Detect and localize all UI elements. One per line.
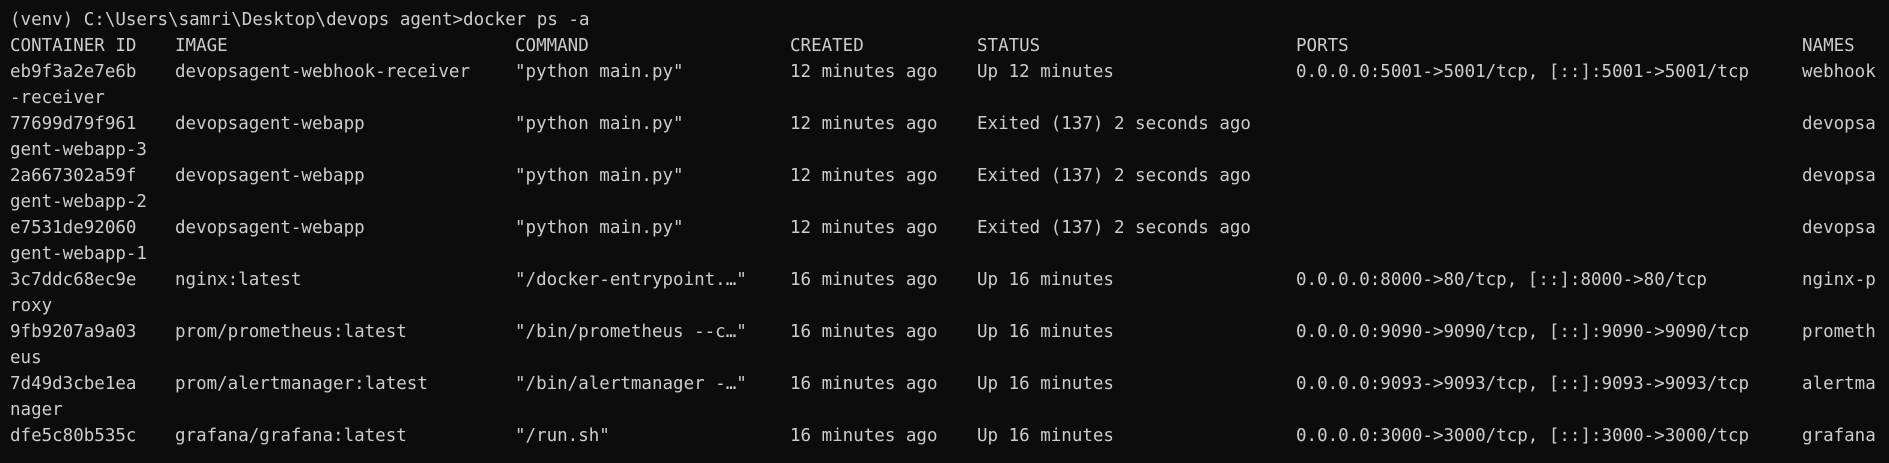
- cell-container-id: 3c7ddc68ec9e: [10, 270, 137, 290]
- header-ports: PORTS: [1296, 36, 1349, 56]
- cell-created: 12 minutes ago: [790, 218, 938, 238]
- table-header-row: CONTAINER ID IMAGE COMMAND CREATED STATU…: [0, 33, 1889, 59]
- header-container-id: CONTAINER ID: [10, 36, 137, 56]
- cell-container-id: dfe5c80b535c: [10, 426, 137, 446]
- cell-status: Up 16 minutes: [977, 374, 1114, 394]
- table-row: 2a667302a59f devopsagent-webapp "python ma…: [0, 163, 1889, 189]
- command-line: (venv) C:\Users\samri\Desktop\devops age…: [0, 7, 1889, 33]
- cell-command: "/bin/prometheus --c…": [515, 322, 747, 342]
- cell-names: devopsa: [1802, 166, 1876, 186]
- header-command: COMMAND: [515, 36, 589, 56]
- cell-image: nginx:latest: [175, 270, 302, 290]
- cell-command: "python main.py": [515, 166, 684, 186]
- header-status: STATUS: [977, 36, 1041, 56]
- cell-created: 16 minutes ago: [790, 426, 938, 446]
- cell-container-id: 9fb9207a9a03: [10, 322, 137, 342]
- table-row-wrap: -receiver: [0, 85, 1889, 111]
- cell-names-continuation: -receiver: [10, 88, 105, 108]
- cell-names: devopsa: [1802, 114, 1876, 134]
- cell-ports: 0.0.0.0:9093->9093/tcp, [::]:9093->9093/…: [1296, 374, 1750, 394]
- table-row-wrap: roxy: [0, 293, 1889, 319]
- cell-created: 12 minutes ago: [790, 166, 938, 186]
- header-image: IMAGE: [175, 36, 228, 56]
- cell-status: Up 16 minutes: [977, 322, 1114, 342]
- cell-status: Up 16 minutes: [977, 270, 1114, 290]
- cell-container-id: 77699d79f961: [10, 114, 137, 134]
- cell-status: Exited (137) 2 seconds ago: [977, 114, 1251, 134]
- table-row: e7531de92060 devopsagent-webapp "python ma…: [0, 215, 1889, 241]
- cell-image: prom/alertmanager:latest: [175, 374, 428, 394]
- terminal-window[interactable]: (venv) C:\Users\samri\Desktop\devops age…: [0, 0, 1889, 463]
- table-row: 9fb9207a9a03 prom/prometheus:latest "/bin/…: [0, 319, 1889, 345]
- cell-container-id: 2a667302a59f: [10, 166, 137, 186]
- table-row: dfe5c80b535c grafana/grafana:latest "/run.…: [0, 423, 1889, 449]
- table-row: 3c7ddc68ec9e nginx:latest "/docker-entrypo…: [0, 267, 1889, 293]
- cell-container-id: 7d49d3cbe1ea: [10, 374, 137, 394]
- cell-image: devopsagent-webhook-receiver: [175, 62, 471, 82]
- table-row-wrap: eus: [0, 345, 1889, 371]
- cell-command: "python main.py": [515, 218, 684, 238]
- cell-container-id: e7531de92060: [10, 218, 137, 238]
- table-row-wrap: gent-webapp-3: [0, 137, 1889, 163]
- cell-names: alertma: [1802, 374, 1876, 394]
- cell-names: nginx-p: [1802, 270, 1876, 290]
- cell-names-continuation: gent-webapp-1: [10, 244, 147, 264]
- cell-created: 12 minutes ago: [790, 114, 938, 134]
- shell-prompt: (venv) C:\Users\samri\Desktop\devops age…: [10, 10, 464, 30]
- cell-ports: 0.0.0.0:8000->80/tcp, [::]:8000->80/tcp: [1296, 270, 1707, 290]
- table-row: eb9f3a2e7e6b devopsagent-webhook-receiver…: [0, 59, 1889, 85]
- cell-names-continuation: eus: [10, 348, 42, 368]
- container-list: eb9f3a2e7e6b devopsagent-webhook-receiver…: [0, 59, 1889, 449]
- table-row-wrap: gent-webapp-2: [0, 189, 1889, 215]
- table-row-wrap: nager: [0, 397, 1889, 423]
- cell-command: "/bin/alertmanager -…": [515, 374, 747, 394]
- table-row-wrap: gent-webapp-1: [0, 241, 1889, 267]
- cell-names: grafana: [1802, 426, 1876, 446]
- header-created: CREATED: [790, 36, 864, 56]
- cell-created: 16 minutes ago: [790, 270, 938, 290]
- table-row: 77699d79f961 devopsagent-webapp "python ma…: [0, 111, 1889, 137]
- cell-ports: 0.0.0.0:3000->3000/tcp, [::]:3000->3000/…: [1296, 426, 1750, 446]
- cell-image: devopsagent-webapp: [175, 218, 365, 238]
- cell-created: 12 minutes ago: [790, 62, 938, 82]
- cell-names-continuation: gent-webapp-2: [10, 192, 147, 212]
- cell-ports: 0.0.0.0:9090->9090/tcp, [::]:9090->9090/…: [1296, 322, 1750, 342]
- cell-names: webhook: [1802, 62, 1876, 82]
- cell-image: devopsagent-webapp: [175, 114, 365, 134]
- cell-names-continuation: roxy: [10, 296, 53, 316]
- cell-names-continuation: gent-webapp-3: [10, 140, 147, 160]
- cell-created: 16 minutes ago: [790, 322, 938, 342]
- cell-status: Up 12 minutes: [977, 62, 1114, 82]
- cell-names: prometh: [1802, 322, 1876, 342]
- cell-command: "/docker-entrypoint.…": [515, 270, 747, 290]
- cell-ports: 0.0.0.0:5001->5001/tcp, [::]:5001->5001/…: [1296, 62, 1750, 82]
- cell-command: "python main.py": [515, 114, 684, 134]
- cell-names-continuation: nager: [10, 400, 63, 420]
- typed-command: docker ps -a: [463, 10, 590, 30]
- cell-command: "/run.sh": [515, 426, 610, 446]
- cell-status: Up 16 minutes: [977, 426, 1114, 446]
- cell-container-id: eb9f3a2e7e6b: [10, 62, 137, 82]
- cell-names: devopsa: [1802, 218, 1876, 238]
- cell-image: grafana/grafana:latest: [175, 426, 407, 446]
- cell-status: Exited (137) 2 seconds ago: [977, 166, 1251, 186]
- cell-status: Exited (137) 2 seconds ago: [977, 218, 1251, 238]
- cell-image: devopsagent-webapp: [175, 166, 365, 186]
- header-names: NAMES: [1802, 36, 1855, 56]
- cell-command: "python main.py": [515, 62, 684, 82]
- cell-created: 16 minutes ago: [790, 374, 938, 394]
- cell-image: prom/prometheus:latest: [175, 322, 407, 342]
- table-row: 7d49d3cbe1ea prom/alertmanager:latest "/bi…: [0, 371, 1889, 397]
